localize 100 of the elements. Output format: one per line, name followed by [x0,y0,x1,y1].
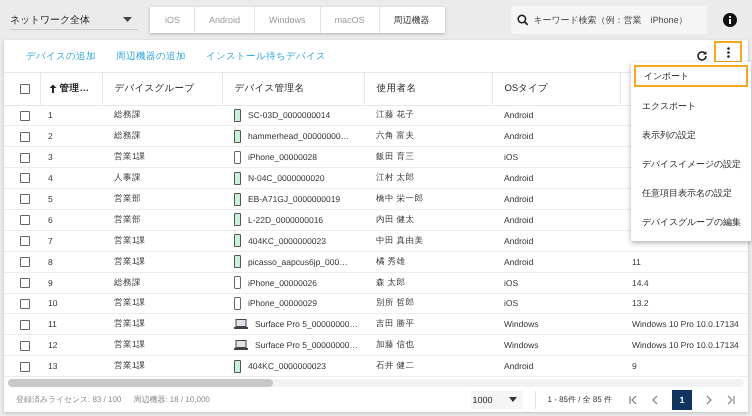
checkbox[interactable] [20,362,30,372]
table-cell: 営業1課 [102,146,222,168]
menu-item[interactable]: 表示列の設定 [634,121,748,150]
more-icon [726,46,730,58]
checkbox[interactable] [20,257,30,268]
table-cell: 3 [40,146,102,168]
table-cell: Surface Pro 5_00000000… [255,340,358,350]
caret-icon [123,17,132,22]
page-button[interactable]: 1 [672,390,692,410]
table-cell: L-22D_0000000016 [248,214,324,225]
checkbox[interactable] [20,215,30,226]
network-dropdown[interactable]: ネットワーク全体 [10,10,138,30]
menu-item[interactable]: インポート [634,65,748,87]
checkbox[interactable] [20,298,30,309]
column-header[interactable]: 管理… [60,83,89,94]
table-cell: Windows [492,334,620,356]
table-cell: Android [492,209,620,230]
table-cell: 総務課 [102,105,222,126]
table-cell: 9 [40,272,102,294]
horizontal-scrollbar[interactable] [8,379,744,387]
table-cell: iOS [492,293,620,314]
table-cell: 営業1課 [102,230,222,252]
checkbox[interactable] [20,340,30,351]
checkbox[interactable] [20,236,30,246]
table-cell: iPhone_00000028 [248,152,318,162]
checkbox[interactable] [20,278,30,288]
table-cell: 営業部 [102,188,222,210]
table-cell: hammerhead_00000000… [248,131,350,142]
column-header[interactable]: デバイス管理名 [234,83,304,94]
table-cell: Android [492,126,620,147]
table-cell: Android [492,230,620,252]
table-cell: Windows 10 Pro 10.0.17134 [632,340,739,350]
table-cell: 1 [40,105,102,126]
table-cell: 14.4 [632,278,649,288]
table-cell: 9 [632,361,637,372]
page-range: 1 - 85件 / 全 85 件 [548,394,612,405]
table-cell: 内田 健太 [364,209,492,230]
table-cell: EB-A71GJ_0000000019 [248,194,340,204]
column-header[interactable]: OSタイプ [504,83,548,94]
checkbox[interactable] [20,320,30,330]
previous-page-icon[interactable] [650,394,660,404]
caret-icon [508,397,517,402]
table-cell: Windows 10 Pro 10.0.17134 [632,319,739,330]
search-field[interactable]: キーワード検索（例：営業 iPhone） [511,6,707,34]
table-cell: 営業1課 [102,356,222,377]
table-cell: 人事課 [102,168,222,189]
table-cell: 2 [40,126,102,147]
table-cell: Android [492,105,620,126]
table-cell: Windows [492,314,620,335]
table-cell: 13 [40,356,102,377]
checkbox[interactable] [20,110,30,121]
table-cell: 10 [40,293,102,314]
next-page-icon[interactable] [704,394,714,404]
table-cell: 吉田 勝平 [364,314,492,335]
table-cell: SC-03D_0000000014 [248,110,330,120]
table-cell: N-04C_0000000020 [248,173,325,184]
table-cell: Android [492,188,620,210]
refresh-icon[interactable] [696,50,708,62]
menu-item[interactable]: エクスポート [634,92,748,121]
license-count: 登録済みライセンス: 83 / 100 [16,394,122,405]
peripheral-count: 周辺機器: 18 / 10,000 [133,394,210,405]
table-cell: 5 [40,188,102,210]
table-cell: 加藤 信也 [364,334,492,356]
checkbox[interactable] [20,152,30,163]
table-cell: iPhone_00000026 [248,278,318,288]
checkbox[interactable] [20,132,30,142]
table-cell: 7 [40,230,102,252]
table-cell: 11 [40,314,102,335]
checkbox[interactable] [20,84,30,94]
checkbox[interactable] [20,194,30,204]
info-icon[interactable] [723,13,737,27]
table-cell: 13.2 [632,298,649,308]
table-cell: 中田 真由美 [364,230,492,252]
filter-tab[interactable]: 周辺機器 [380,7,444,33]
table-cell: 6 [40,209,102,230]
table-cell: Surface Pro 5_00000000… [255,319,358,330]
column-header[interactable]: 使用者名 [376,83,416,94]
table-cell: 営業1課 [102,314,222,335]
table-cell: 総務課 [102,272,222,294]
column-header[interactable]: デバイスグループ [114,83,194,94]
last-page-icon[interactable] [726,394,736,404]
table-cell: iOS [492,272,620,294]
first-page-icon[interactable] [628,394,638,404]
menu-item[interactable]: 任意項目表示名の設定 [634,179,748,208]
per-page-dropdown[interactable]: 1000 [470,390,523,408]
checkbox[interactable] [20,173,30,184]
table-cell: 404KC_0000000023 [248,361,326,372]
menu-item[interactable]: デバイスイメージの設定 [634,150,748,179]
table-cell: iPhone_00000029 [248,298,318,308]
table-cell: Android [492,168,620,189]
table-cell: 橋中 栄一郎 [364,188,492,210]
table-cell: 別所 哲郎 [364,293,492,314]
table-cell: 404KC_0000000023 [248,236,326,246]
table-cell: 11 [632,256,641,267]
table-cell: 営業1課 [102,334,222,356]
table-cell: 江藤 花子 [364,105,492,126]
search-input[interactable]: キーワード検索（例：営業 iPhone） [532,14,701,26]
menu-item[interactable]: デバイスグループの編集 [634,208,748,237]
table-cell: Android [492,251,620,272]
more-button[interactable] [714,41,742,63]
